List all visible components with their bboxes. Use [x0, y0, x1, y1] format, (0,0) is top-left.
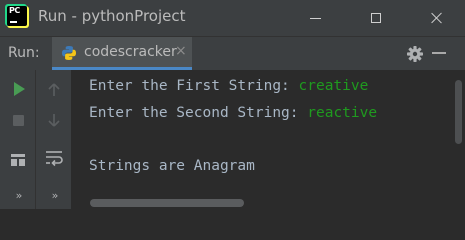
vertical-scrollbar[interactable]	[453, 70, 465, 209]
play-icon	[13, 82, 25, 96]
pycharm-icon: PC	[7, 6, 27, 26]
chevron-double-right-icon: »	[51, 188, 59, 202]
maximize-icon	[371, 13, 381, 23]
window-title: Run - pythonProject	[38, 7, 186, 25]
console-line: Enter the First String: creative	[89, 78, 368, 94]
horizontal-scroll-thumb[interactable]	[90, 199, 244, 207]
run-actions-toolbar: »	[0, 70, 36, 209]
tab-codescracker[interactable]: codescracker ×	[52, 37, 192, 70]
chevron-double-right-icon: »	[15, 188, 23, 202]
stop-icon	[12, 114, 24, 126]
layout-button[interactable]	[8, 150, 28, 170]
close-icon	[431, 12, 443, 24]
close-window-button[interactable]	[414, 0, 460, 36]
run-toolbar: Run: codescracker ×	[0, 36, 465, 70]
stop-button[interactable]	[8, 110, 28, 130]
rerun-button[interactable]	[9, 79, 29, 99]
minimize-panel-icon[interactable]	[432, 52, 446, 54]
layout-icon	[11, 154, 25, 166]
console-output[interactable]: Enter the First String: creative Enter t…	[72, 70, 453, 209]
minimize-icon	[309, 17, 321, 19]
more-actions-button[interactable]: »	[8, 185, 28, 205]
console-prompt: Enter the Second String:	[89, 105, 308, 121]
maximize-button[interactable]	[353, 0, 399, 36]
run-label: Run:	[8, 45, 40, 61]
console-line: Strings are Anagram	[89, 158, 255, 174]
gear-icon[interactable]	[404, 43, 426, 65]
title-bar: PC Run - pythonProject	[0, 0, 465, 36]
console-actions-toolbar: »	[36, 70, 72, 209]
tab-label: codescracker	[84, 44, 177, 60]
console-user-input: creative	[298, 78, 369, 94]
vertical-scroll-thumb[interactable]	[455, 80, 462, 144]
arrow-down-icon[interactable]	[44, 110, 64, 130]
python-file-icon	[62, 46, 76, 60]
console-line: Enter the Second String: reactive	[89, 105, 377, 121]
soft-wrap-icon[interactable]	[44, 148, 64, 168]
minimize-button[interactable]	[292, 0, 338, 36]
console-user-input: reactive	[307, 105, 378, 121]
tab-close-icon[interactable]: ×	[175, 43, 187, 59]
console-prompt: Enter the First String:	[89, 78, 299, 94]
console-result: Strings are Anagram	[89, 158, 255, 174]
arrow-up-icon[interactable]	[44, 80, 64, 100]
more-console-actions-button[interactable]: »	[44, 185, 64, 205]
